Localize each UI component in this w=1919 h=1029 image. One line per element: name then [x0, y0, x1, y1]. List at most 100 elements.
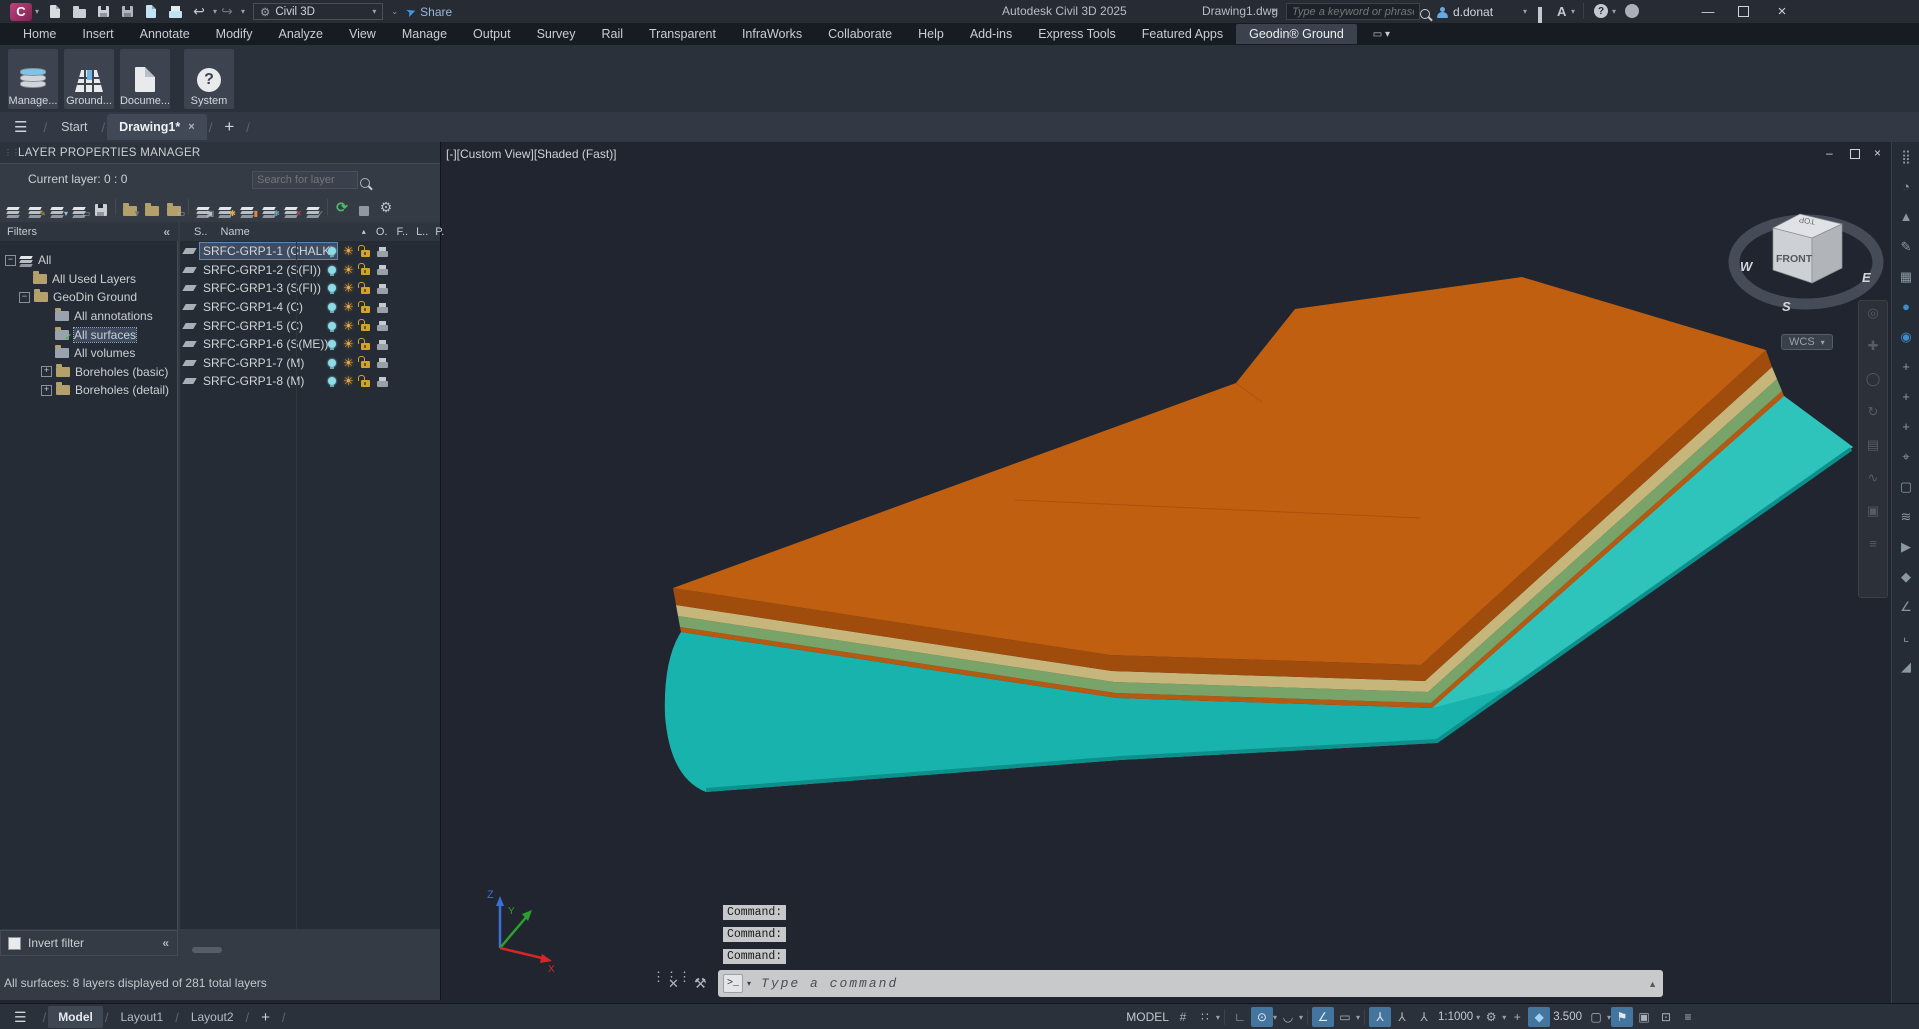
showmotion-icon[interactable]: ▤ — [1867, 437, 1879, 453]
user-chevron-icon[interactable]: ▾ — [1523, 7, 1527, 16]
undo-icon[interactable]: ↩ — [189, 3, 209, 20]
layer-row[interactable]: SRFC-GRP1-1 (CHALK) ☀ — [180, 242, 440, 261]
tab-analyze[interactable]: Analyze — [265, 24, 335, 44]
tab-insert[interactable]: Insert — [69, 24, 126, 44]
layer-search-icon[interactable] — [360, 175, 370, 193]
layer-on-icon[interactable] — [328, 266, 336, 274]
plot-icon[interactable] — [165, 3, 185, 20]
redo-icon[interactable]: ↪ — [217, 3, 237, 20]
layer-on-icon[interactable] — [328, 377, 336, 385]
crosshair-icon[interactable]: + — [1506, 1007, 1528, 1027]
isometric-drafting-icon[interactable]: ◡ — [1277, 1007, 1299, 1027]
command-chevron-icon[interactable]: ▾ — [747, 979, 751, 988]
open-folder-icon[interactable] — [69, 3, 89, 20]
tab-annotate[interactable]: Annotate — [127, 24, 203, 44]
expand-node-icon[interactable]: + — [41, 385, 52, 396]
new-group-filter-icon[interactable]: ▼ — [119, 198, 141, 216]
workspace-selector[interactable]: ⚙ Civil 3D ▾ — [253, 3, 383, 20]
statusbar-menu-icon[interactable]: ☰ — [14, 1009, 27, 1026]
layer-row[interactable]: SRFC-GRP1-6 (S(ME)) ☀ — [180, 335, 440, 354]
layer-unlock-icon[interactable] — [361, 361, 370, 368]
viewcube[interactable]: W S E TOP FRONT — [1734, 214, 1878, 314]
layer-delete-icon[interactable]: ✕ — [280, 198, 302, 216]
customization-menu-icon[interactable]: ≡ — [1677, 1007, 1699, 1027]
layer-plot-icon[interactable] — [377, 251, 388, 257]
tab-geodin-ground[interactable]: Geodin® Ground — [1236, 24, 1357, 44]
layer-freeze-icon[interactable]: ☀ — [343, 357, 354, 369]
layer-on-icon[interactable] — [328, 247, 336, 255]
tab-addins[interactable]: Add-ins — [957, 24, 1025, 44]
layer-freeze-icon[interactable]: ☀ — [343, 282, 354, 294]
wcs-selector[interactable]: WCS ▾ — [1781, 334, 1833, 350]
tab-modify[interactable]: Modify — [203, 24, 266, 44]
refresh-icon[interactable]: ⟳ — [331, 198, 353, 216]
tab-collaborate[interactable]: Collaborate — [815, 24, 905, 44]
model-space-indicator[interactable]: MODEL — [1126, 1010, 1169, 1024]
new-property-filter-icon[interactable] — [141, 198, 163, 216]
layer-plot-icon[interactable] — [377, 288, 388, 294]
tab-help[interactable]: Help — [905, 24, 957, 44]
layer-on-icon[interactable] — [328, 322, 336, 330]
app-menu-chevron-icon[interactable]: ▾ — [35, 7, 39, 16]
close-tab-icon[interactable]: × — [188, 121, 194, 133]
snap-chevron-icon[interactable]: ▾ — [1216, 1013, 1220, 1022]
layer-set-current-icon[interactable]: ✓ — [302, 198, 324, 216]
account-chevron-icon[interactable]: ▾ — [1571, 7, 1575, 16]
layer-unlock-icon[interactable] — [361, 324, 370, 331]
gear-icon[interactable]: ⚙ — [375, 198, 397, 216]
area-icon[interactable]: ◔ — [1902, 180, 1910, 193]
share-button[interactable]: ➤ Share — [406, 5, 452, 19]
new-layer-vp-icon[interactable]: ✎ — [24, 198, 46, 216]
collapse-node-icon[interactable]: − — [19, 292, 30, 303]
snap-mode-icon[interactable]: ∷ — [1194, 1007, 1216, 1027]
layer-row[interactable]: SRFC-GRP1-2 (S(FI)) ☀ — [180, 261, 440, 280]
ortho-mode-icon[interactable]: ∟ — [1229, 1007, 1251, 1027]
viewport-minimize-control[interactable]: [-] — [446, 147, 457, 161]
layer-freeze-icon[interactable]: ☀ — [343, 338, 354, 350]
save-as-icon[interactable] — [117, 3, 137, 20]
col-lock[interactable]: L.. — [416, 226, 428, 238]
doctabs-menu-icon[interactable]: ☰ — [14, 118, 27, 136]
command-close-icon[interactable]: ✕ — [668, 976, 679, 992]
clean-screen-icon[interactable]: ⊡ — [1655, 1007, 1677, 1027]
triangle-tool-icon[interactable]: ▲ — [1900, 210, 1913, 223]
box-icon[interactable]: ▣ — [1867, 503, 1879, 519]
layer-freeze-icon[interactable]: ❄ — [258, 198, 280, 216]
object-snap-icon[interactable]: ⅄ — [1369, 1007, 1391, 1027]
col-on[interactable]: O. — [376, 226, 388, 238]
3d-object-snap-icon[interactable]: ⅄ — [1391, 1007, 1413, 1027]
iso-chevron-icon[interactable]: ▾ — [1299, 1013, 1303, 1022]
restore-button[interactable] — [1738, 6, 1749, 17]
layer-state-icon[interactable]: ▾ — [46, 198, 68, 216]
drawing-close-icon[interactable]: × — [1874, 146, 1881, 160]
selection-cycling-icon[interactable]: ▢ — [1585, 1007, 1607, 1027]
app-logo[interactable]: C — [10, 3, 32, 21]
wave-icon[interactable]: ∿ — [1868, 470, 1879, 486]
tab-featured-apps[interactable]: Featured Apps — [1129, 24, 1236, 44]
globe-icon[interactable]: ● — [1902, 300, 1910, 313]
viewport-view-control[interactable]: [Custom View] — [457, 147, 534, 161]
sketch-icon[interactable]: ✎ — [1901, 240, 1912, 253]
layer-row[interactable]: SRFC-GRP1-8 (M) ☀ — [180, 372, 440, 391]
command-scroll-up-icon[interactable]: ▲ — [1648, 979, 1657, 989]
layer-row[interactable]: SRFC-GRP1-3 (S(FI)) ☀ — [180, 279, 440, 298]
grid-tool-icon[interactable]: ▦ — [1900, 270, 1912, 283]
layer-freeze-icon[interactable]: ☀ — [343, 264, 354, 276]
tree-item-all-volumes[interactable]: All volumes — [0, 344, 177, 363]
snap-a-icon[interactable]: + — [1902, 390, 1910, 403]
tree-item-geodin-ground[interactable]: − GeoDin Ground — [0, 288, 177, 307]
command-grip-icon[interactable]: ⋮⋮⋮ — [652, 975, 660, 979]
lpm-header[interactable]: ⋮⋮ LAYER PROPERTIES MANAGER — [0, 142, 440, 164]
new-file-icon[interactable] — [45, 3, 65, 20]
help-icon[interactable]: ? — [1594, 4, 1608, 18]
target-icon[interactable]: ⌖ — [1902, 450, 1909, 463]
annotation-gear-icon[interactable]: ⚙ — [1480, 1007, 1502, 1027]
geo-sphere-icon[interactable]: ◉ — [1900, 330, 1911, 343]
command-bar[interactable]: >_ ▾ Type a command ▲ — [718, 970, 1663, 997]
object-snap-tracking-icon[interactable]: ⅄ — [1413, 1007, 1435, 1027]
tab-manage[interactable]: Manage — [389, 24, 460, 44]
measure-icon[interactable]: ◢ — [1901, 660, 1911, 673]
layer-import-icon[interactable]: ▭ — [68, 198, 90, 216]
lpm-grip-icon[interactable]: ⋮⋮ — [4, 151, 12, 155]
tab-infraworks[interactable]: InfraWorks — [729, 24, 815, 44]
